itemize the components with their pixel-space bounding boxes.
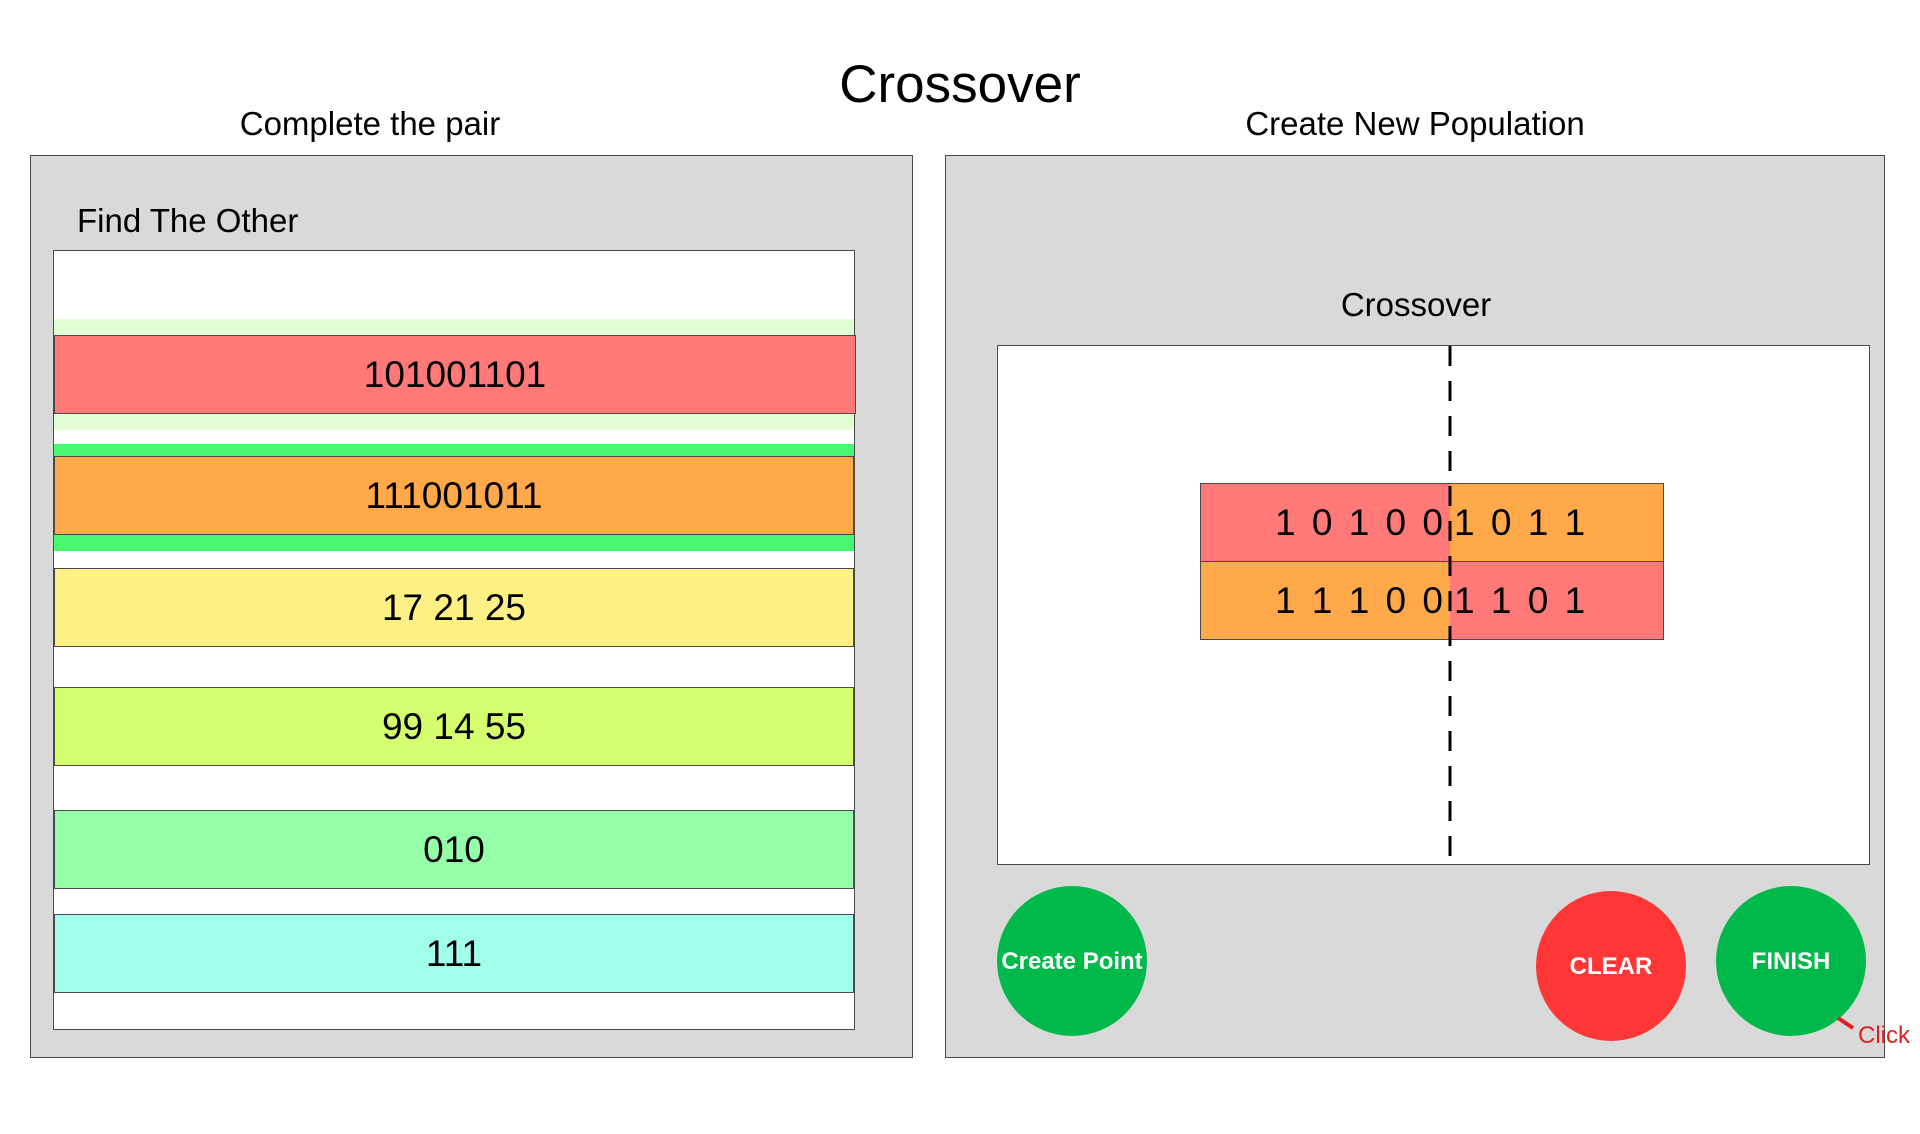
offspring-1-left-genes: 1 0 1 0 0: [1274, 501, 1446, 543]
click-pointer-icon: [1836, 1016, 1855, 1030]
create-point-button[interactable]: Create Point: [997, 886, 1147, 1036]
right-panel: Crossover 1 0 1 0 0 1 0 1 1 1 1 1 0 0 1 …: [945, 155, 1885, 1058]
crossover-canvas-label: Crossover: [1340, 286, 1492, 323]
find-other-label: Find The Other: [77, 202, 299, 239]
clear-button[interactable]: CLEAR: [1536, 891, 1686, 1041]
offspring-1-right-segment: 1 0 1 1: [1450, 483, 1664, 562]
left-panel: Find The Other 101001101 111001011 17 21…: [30, 155, 913, 1058]
list-item-label: 111: [425, 932, 483, 974]
left-panel-heading: Complete the pair: [239, 105, 501, 142]
offspring-1-left-segment: 1 0 1 0 0: [1200, 483, 1450, 562]
click-hint: Click: [1858, 1022, 1910, 1049]
list-item[interactable]: 101001101: [54, 335, 856, 414]
offspring-2-left-segment: 1 1 1 0 0: [1200, 561, 1450, 640]
list-item[interactable]: 111001011: [54, 456, 854, 535]
pair-list: 101001101 111001011 17 21 25 99 14 55 01…: [53, 250, 856, 1030]
list-item-label: 101001101: [363, 353, 547, 395]
list-item[interactable]: 99 14 55: [54, 687, 854, 766]
list-item-label: 111001011: [365, 474, 543, 516]
right-panel-heading: Create New Population: [1245, 105, 1585, 142]
crossover-canvas[interactable]: 1 0 1 0 0 1 0 1 1 1 1 1 0 0 1 1 0 1: [997, 345, 1870, 865]
list-item-label: 010: [423, 828, 485, 870]
finish-button[interactable]: FINISH: [1716, 886, 1866, 1036]
list-item[interactable]: 111: [54, 914, 854, 993]
offspring-2-left-genes: 1 1 1 0 0: [1274, 579, 1446, 621]
offspring-2-right-segment: 1 1 0 1: [1450, 561, 1664, 640]
offspring-2-right-genes: 1 1 0 1: [1454, 579, 1589, 621]
offspring-1-right-genes: 1 0 1 1: [1454, 501, 1589, 543]
list-item[interactable]: 010: [54, 810, 854, 889]
list-item-label: 99 14 55: [381, 705, 527, 747]
list-item[interactable]: 17 21 25: [54, 568, 854, 647]
crossover-point-line[interactable]: [1447, 346, 1453, 864]
list-item-label: 17 21 25: [381, 586, 527, 628]
